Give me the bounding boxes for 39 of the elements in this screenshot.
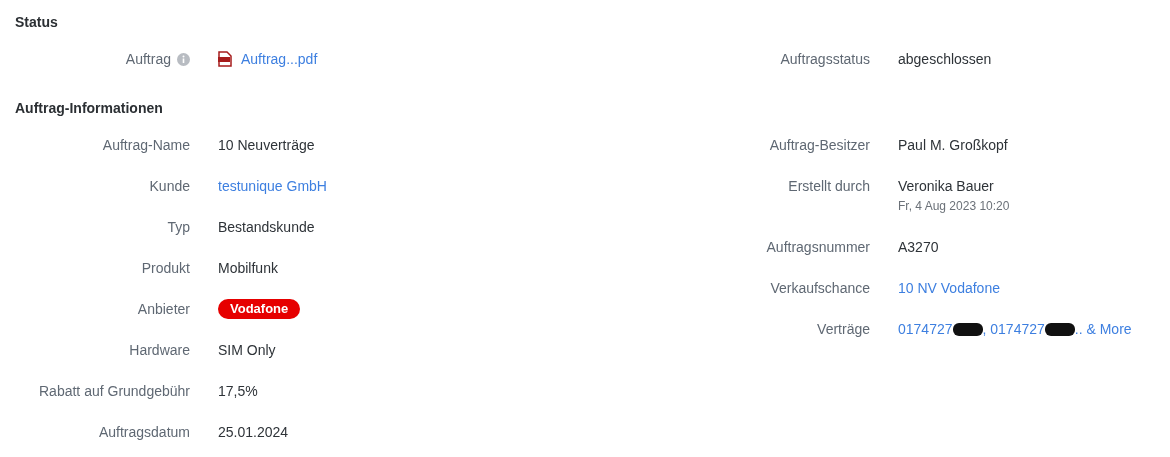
redaction-mark: [952, 322, 983, 336]
field-value: Bestandskunde: [218, 218, 315, 237]
redaction-mark: [1044, 322, 1075, 336]
field-label: Erstellt durch: [788, 177, 870, 196]
contract-link[interactable]: , 0174727: [982, 319, 1045, 339]
field-label: Auftragsdatum: [98, 423, 190, 442]
field-value: SIM Only: [218, 341, 276, 360]
field-value: Veronika Bauer: [898, 177, 994, 196]
provider-tag: Vodafone: [218, 299, 301, 319]
section-heading: Status: [15, 13, 58, 32]
field-label: Anbieter: [137, 300, 190, 319]
field-value: A3270: [898, 238, 939, 257]
field-label: Auftrag-Besitzer: [769, 136, 870, 155]
field-value: 25.01.2024: [218, 423, 289, 442]
field-value: 10 Neuverträge: [218, 136, 315, 155]
timestamp: Fr, 4 Aug 2023 10:20: [898, 198, 1010, 215]
section-heading: Auftrag-Informationen: [15, 99, 163, 118]
field-value: 17,5%: [218, 382, 258, 401]
field-label: Auftragsnummer: [766, 238, 870, 257]
pdf-file-icon: [218, 51, 232, 67]
info-icon[interactable]: [177, 52, 190, 66]
field-label: Kunde: [149, 177, 190, 196]
field-label: Typ: [167, 218, 190, 237]
field-label: Auftragsstatus: [780, 50, 870, 69]
record-link[interactable]: testunique GmbH: [218, 176, 327, 196]
field-label: Hardware: [129, 341, 190, 360]
field-label: Auftrag: [125, 50, 171, 69]
field-value: Paul M. Großkopf: [898, 136, 1008, 155]
record-link[interactable]: 10 NV Vodafone: [898, 278, 1000, 298]
field-label: Verträge: [817, 320, 870, 339]
field-value: Mobilfunk: [218, 259, 278, 278]
field-label: Auftrag-Name: [102, 136, 190, 155]
file-link[interactable]: Auftrag...pdf: [241, 49, 318, 69]
field-label: Rabatt auf Grundgebühr: [39, 382, 190, 401]
field-label: Produkt: [141, 259, 190, 278]
field-label: Verkaufschance: [770, 279, 870, 298]
contract-link[interactable]: 0174727: [898, 319, 953, 339]
contract-link[interactable]: .. & More: [1074, 319, 1132, 339]
field-value: abgeschlossen: [898, 50, 992, 69]
